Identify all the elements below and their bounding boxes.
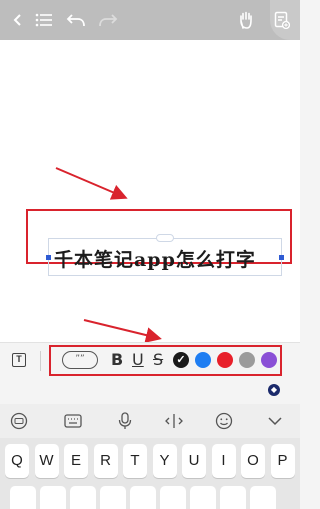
- key-row2[interactable]: [250, 486, 276, 509]
- key-row2[interactable]: [10, 486, 36, 509]
- key-row2[interactable]: [130, 486, 156, 509]
- quote-button[interactable]: ””: [62, 351, 98, 369]
- drag-handle[interactable]: [156, 234, 174, 242]
- key-t[interactable]: T: [123, 444, 147, 478]
- strikethrough-button[interactable]: S: [153, 350, 163, 370]
- key-row2[interactable]: [190, 486, 216, 509]
- key-p[interactable]: P: [270, 444, 295, 478]
- text-tool-icon[interactable]: T: [12, 353, 26, 367]
- key-i[interactable]: I: [211, 444, 236, 478]
- cursor-move-icon[interactable]: [165, 412, 183, 430]
- color-swatch[interactable]: ✓: [173, 352, 189, 368]
- key-row2[interactable]: [40, 486, 66, 509]
- color-swatch[interactable]: [217, 352, 233, 368]
- note-text[interactable]: 千本笔记app怎么打字: [54, 245, 274, 271]
- keyboard-icon[interactable]: [64, 412, 82, 430]
- key-u[interactable]: U: [182, 444, 206, 478]
- key-o[interactable]: O: [241, 444, 265, 478]
- key-w[interactable]: W: [34, 444, 59, 478]
- key-e[interactable]: E: [64, 444, 88, 478]
- key-y[interactable]: Y: [152, 444, 177, 478]
- ime-logo-icon: ◆: [268, 384, 280, 396]
- keyboard: QWERTYUIOP: [0, 438, 300, 509]
- annotation-arrow-toolbar: [83, 319, 162, 343]
- resize-handle-right[interactable]: [279, 255, 284, 260]
- annotation-arrow-text: [55, 167, 128, 200]
- format-toolbar: T ”” B U S ✓: [0, 342, 300, 378]
- ime-bar: ◆: [0, 378, 300, 404]
- key-row2[interactable]: [220, 486, 246, 509]
- key-row2[interactable]: [70, 486, 96, 509]
- color-swatch[interactable]: [239, 352, 255, 368]
- toolbar-divider: [40, 351, 41, 371]
- color-swatch[interactable]: [195, 352, 211, 368]
- key-r[interactable]: R: [93, 444, 118, 478]
- keyboard-switch-icon[interactable]: [10, 412, 28, 430]
- check-icon: ✓: [176, 354, 186, 366]
- bold-button[interactable]: B: [111, 350, 123, 370]
- underline-button[interactable]: U: [132, 350, 144, 370]
- emoji-icon[interactable]: [215, 412, 233, 430]
- key-row2[interactable]: [160, 486, 186, 509]
- resize-handle-left[interactable]: [46, 255, 51, 260]
- collapse-icon[interactable]: [266, 412, 284, 430]
- key-row2[interactable]: [100, 486, 126, 509]
- key-q[interactable]: Q: [5, 444, 29, 478]
- color-swatch[interactable]: [261, 352, 277, 368]
- microphone-icon[interactable]: [116, 412, 134, 430]
- keyboard-toolbar: [0, 404, 300, 438]
